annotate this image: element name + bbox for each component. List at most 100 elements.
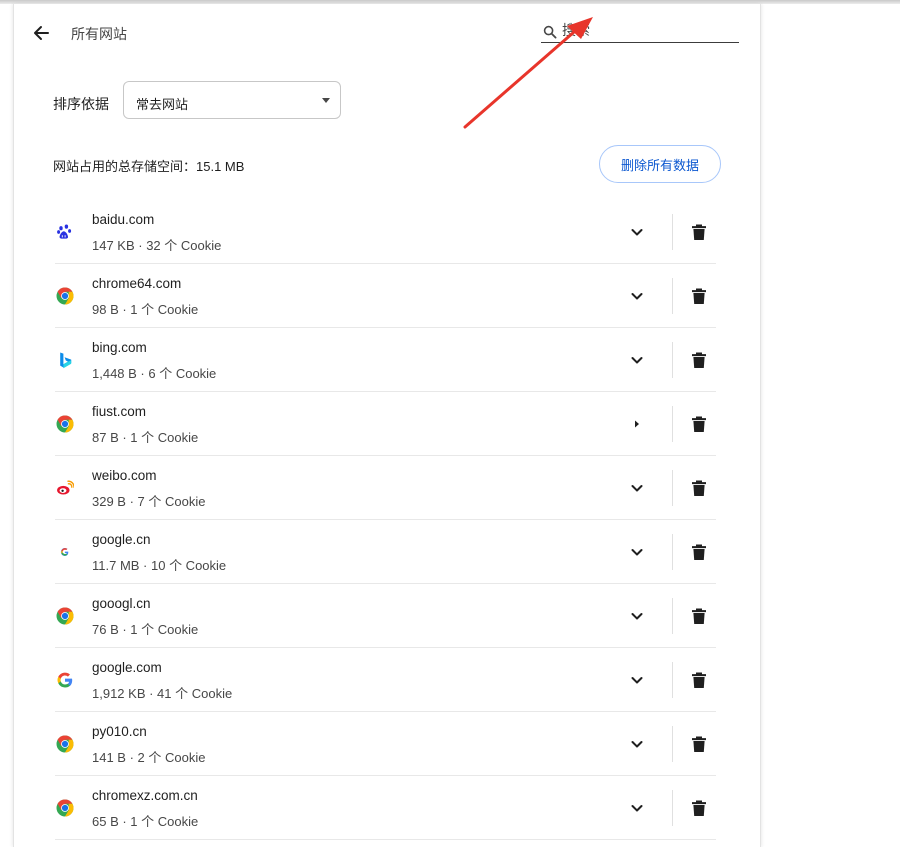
total-storage-text: 网站占用的总存储空间：15.1 MB (53, 159, 245, 174)
back-button[interactable] (28, 20, 54, 46)
site-name: bing.com (92, 340, 147, 355)
sort-select[interactable]: 常去网站 (123, 81, 341, 119)
trash-icon (687, 732, 711, 756)
divider (672, 534, 673, 570)
site-name: weibo.com (92, 468, 157, 483)
site-list: baidu.com 147 KB · 32 个 Cookie chrome64.co… (55, 200, 716, 840)
expand-site-button[interactable] (625, 732, 649, 756)
expand-site-button[interactable] (625, 796, 649, 820)
site-storage-info: 1,912 KB · 41 个 Cookie (92, 686, 233, 701)
trash-icon (687, 220, 711, 244)
trash-icon (687, 348, 711, 372)
chevron-down-icon (625, 796, 649, 820)
delete-site-button[interactable] (687, 604, 711, 628)
chrome-icon (56, 287, 74, 305)
delete-site-button[interactable] (687, 732, 711, 756)
search-input[interactable] (562, 20, 732, 40)
trash-icon (687, 540, 711, 564)
site-row[interactable]: gooogl.cn 76 B · 1 个 Cookie (55, 584, 716, 648)
trash-icon (687, 284, 711, 308)
chevron-down-icon (625, 540, 649, 564)
site-row[interactable]: weibo.com 329 B · 7 个 Cookie (55, 456, 716, 520)
site-storage-info: 98 B · 1 个 Cookie (92, 302, 199, 317)
expand-site-button[interactable] (625, 348, 649, 372)
search-icon (543, 25, 557, 39)
expand-site-button[interactable] (625, 540, 649, 564)
site-storage-info: 329 B · 7 个 Cookie (92, 494, 206, 509)
site-storage-info: 76 B · 1 个 Cookie (92, 622, 199, 637)
chevron-down-icon (625, 284, 649, 308)
search-box[interactable] (541, 20, 739, 43)
site-storage-info: 1,448 B · 6 个 Cookie (92, 366, 217, 381)
page-title: 所有网站 (71, 26, 127, 42)
site-row[interactable]: fiust.com 87 B · 1 个 Cookie (55, 392, 716, 456)
expand-site-button[interactable] (625, 284, 649, 308)
chrome-icon (56, 415, 74, 433)
site-name: chromexz.com.cn (92, 788, 198, 803)
trash-icon (687, 476, 711, 500)
trash-icon (687, 668, 711, 692)
delete-site-button[interactable] (687, 476, 711, 500)
divider (672, 214, 673, 250)
site-row[interactable]: baidu.com 147 KB · 32 个 Cookie (55, 200, 716, 264)
baidu-paw-icon (56, 223, 74, 241)
expand-site-button[interactable] (625, 220, 649, 244)
arrow-back-icon (34, 26, 49, 40)
site-name: py010.cn (92, 724, 147, 739)
delete-site-button[interactable] (687, 284, 711, 308)
trash-icon (687, 412, 711, 436)
site-name: google.cn (92, 532, 151, 547)
site-row[interactable]: chrome64.com 98 B · 1 个 Cookie (55, 264, 716, 328)
google-small-icon (56, 543, 74, 561)
chevron-down-icon (625, 220, 649, 244)
divider (672, 470, 673, 506)
divider (672, 726, 673, 762)
delete-site-button[interactable] (687, 668, 711, 692)
delete-site-button[interactable] (687, 412, 711, 436)
chrome-icon (56, 607, 74, 625)
sort-label: 排序依据 (53, 96, 109, 112)
delete-site-button[interactable] (687, 540, 711, 564)
site-name: gooogl.cn (92, 596, 151, 611)
chevron-down-icon (625, 732, 649, 756)
site-row[interactable]: bing.com 1,448 B · 6 个 Cookie (55, 328, 716, 392)
expand-site-button[interactable] (625, 668, 649, 692)
site-name: fiust.com (92, 404, 147, 419)
divider (672, 598, 673, 634)
site-row[interactable]: py010.cn 141 B · 2 个 Cookie (55, 712, 716, 776)
weibo-icon (56, 479, 74, 497)
divider (672, 342, 673, 378)
caret-right-icon (625, 412, 649, 436)
dropdown-caret-icon (322, 98, 330, 103)
divider (672, 662, 673, 698)
chevron-down-icon (625, 604, 649, 628)
expand-site-button[interactable] (625, 412, 649, 436)
delete-all-data-button[interactable]: 删除所有数据 (599, 145, 721, 183)
site-storage-info: 11.7 MB · 10 个 Cookie (92, 558, 227, 573)
divider (672, 278, 673, 314)
delete-site-button[interactable] (687, 796, 711, 820)
delete-site-button[interactable] (687, 220, 711, 244)
site-storage-info: 87 B · 1 个 Cookie (92, 430, 199, 445)
site-row[interactable]: google.com 1,912 KB · 41 个 Cookie (55, 648, 716, 712)
trash-icon (687, 796, 711, 820)
chrome-icon (56, 735, 74, 753)
divider (672, 790, 673, 826)
site-name: google.com (92, 660, 162, 675)
trash-icon (687, 604, 711, 628)
sort-selected-value: 常去网站 (136, 97, 189, 112)
delete-site-button[interactable] (687, 348, 711, 372)
site-row[interactable]: google.cn 11.7 MB · 10 个 Cookie (55, 520, 716, 584)
site-row[interactable]: chromexz.com.cn 65 B · 1 个 Cookie (55, 776, 716, 840)
expand-site-button[interactable] (625, 604, 649, 628)
site-name: baidu.com (92, 212, 155, 227)
site-name: chrome64.com (92, 276, 182, 291)
site-storage-info: 147 KB · 32 个 Cookie (92, 238, 222, 253)
google-icon (56, 671, 74, 689)
site-storage-info: 65 B · 1 个 Cookie (92, 814, 199, 829)
expand-site-button[interactable] (625, 476, 649, 500)
chevron-down-icon (625, 476, 649, 500)
bing-icon (56, 351, 74, 369)
chevron-down-icon (625, 668, 649, 692)
site-storage-info: 141 B · 2 个 Cookie (92, 750, 206, 765)
